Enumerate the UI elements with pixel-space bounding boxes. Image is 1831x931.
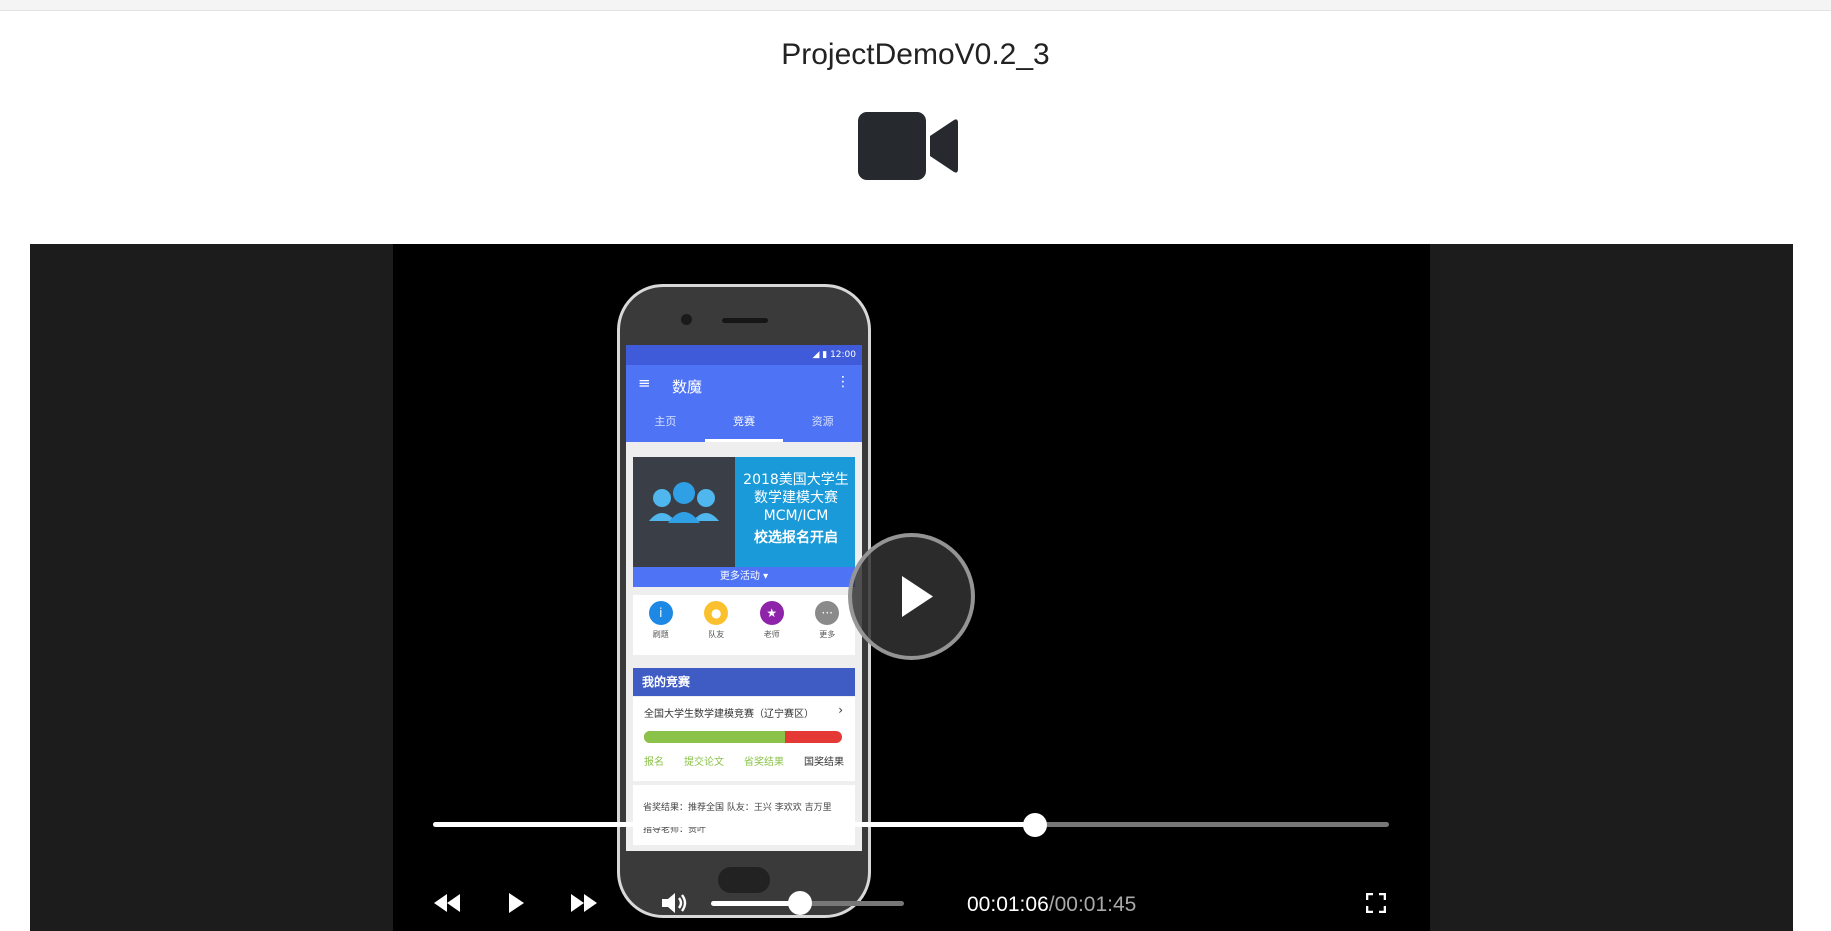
video-camera-icon [856,110,960,187]
big-play-button[interactable] [848,533,975,660]
banner-line1: 2018美国大学生 [743,472,849,488]
menu-icon: ≡ [638,374,651,392]
play-icon [902,576,933,617]
result-line1: 省奖结果：推荐全国 队友：王兴 李欢欢 吉万里 [643,803,832,813]
fullscreen-icon [1365,892,1387,914]
competition-step: 国奖结果 [804,757,844,768]
competition-progress-fill [644,731,785,743]
quick-actions: i 刷题 ● 队友 ★ 老师 ··· 更多 [633,595,855,655]
tab-2[interactable]: 资源 [783,405,862,442]
rewind-button[interactable] [433,892,461,919]
tab-1[interactable]: 竞赛 [704,405,784,442]
team-icon [649,482,719,523]
seek-bar-progress [433,822,1036,827]
quick-action-icon: i [648,601,673,625]
volume-slider-fill [711,901,800,906]
time-display: 00:01:06/00:01:45 [967,893,1136,917]
fast-forward-icon [571,894,597,912]
banner-image [633,457,735,568]
status-time: 12:00 [830,350,856,360]
quick-action-label: 刷题 [652,630,669,639]
quick-action-1[interactable]: ● 队友 [689,595,745,655]
tab-0[interactable]: 主页 [626,405,705,442]
more-activities-bar: 更多活动 ▾ [633,567,855,587]
phone-screen: ◢ ▮ 12:00 ≡ 数魔 ⋮ 主页 竞赛 资源 2018美国大学生 数学建模大赛… [626,345,862,851]
play-button[interactable] [507,891,525,920]
page-title: ProjectDemoV0.2_3 [781,38,1050,71]
result-info: 省奖结果：推荐全国 队友：王兴 李欢欢 吉万里 指导老师：贵叶 [633,785,855,845]
banner-line2: 数学建模大赛 [754,490,838,506]
banner-line4: 校选报名开启 [754,530,838,546]
volume-button[interactable] [660,890,690,921]
app-tabs: 主页 竞赛 资源 [626,405,862,442]
current-time: 00:01:06 [967,893,1049,916]
phone-speaker [722,318,768,323]
competition-step: 报名 [644,757,664,768]
quick-action-0[interactable]: i 刷题 [633,595,689,655]
promo-banner: 2018美国大学生 数学建模大赛 MCM/ICM 校选报名开启 [633,457,855,568]
banner-text: 2018美国大学生 数学建模大赛 MCM/ICM 校选报名开启 [737,471,855,547]
section-title: 我的竞赛 [633,668,855,696]
competition-steps: 报名 提交论文 省奖结果 国奖结果 [644,753,844,768]
quick-action-label: 队友 [708,630,725,639]
quick-action-icon: ★ [759,601,784,625]
competition-progress [644,731,842,743]
rewind-icon [434,894,460,912]
fullscreen-button[interactable] [1365,892,1387,918]
status-bar: ◢ ▮ 12:00 [626,345,862,365]
chevron-right-icon: › [838,703,843,717]
banner-line3: MCM/ICM [763,508,829,524]
competition-name: 全国大学生数学建模竞赛（辽宁赛区） [644,709,814,720]
phone-home-button [718,867,770,893]
quick-action-label: 老师 [763,630,780,639]
forward-button[interactable] [570,892,598,919]
duration: 00:01:45 [1054,893,1137,916]
browser-top-strip [0,0,1831,11]
volume-slider-handle[interactable] [787,891,812,915]
quick-action-icon: ··· [815,601,840,625]
volume-icon [662,893,687,913]
quick-action-label: 更多 [819,630,836,639]
quick-action-3[interactable]: ··· 更多 [800,595,856,655]
competition-card: 全国大学生数学建模竞赛（辽宁赛区） › 报名 提交论文 省奖结果 国奖结果 [633,697,855,781]
quick-action-icon: ● [704,601,729,625]
more-options-icon: ⋮ [836,374,850,390]
competition-step: 提交论文 [684,757,724,768]
play-icon [509,893,524,913]
app-bar: ≡ 数魔 ⋮ [626,365,862,405]
competition-step: 省奖结果 [744,757,784,768]
quick-action-2[interactable]: ★ 老师 [744,595,800,655]
app-title: 数魔 [672,378,703,396]
phone-camera [681,314,692,325]
